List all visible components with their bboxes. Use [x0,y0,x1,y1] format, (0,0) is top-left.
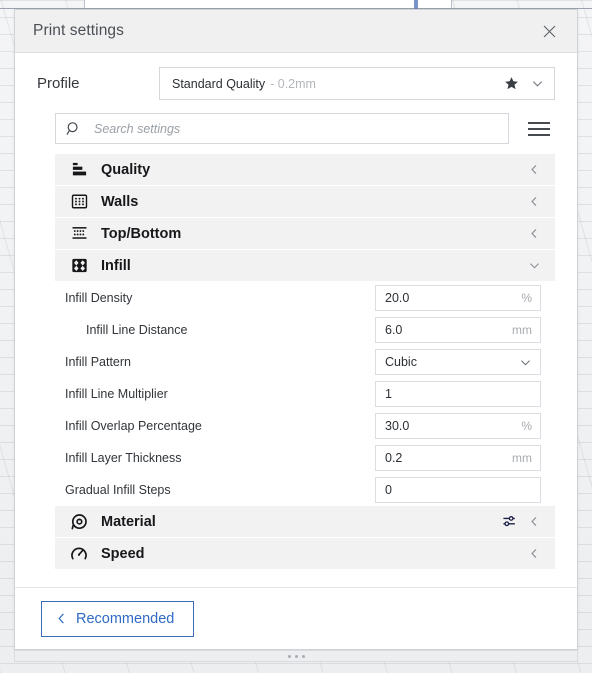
setting-label: Infill Pattern [65,355,132,369]
setting-row: Infill Density 20.0% [55,282,555,314]
walls-icon [65,193,93,210]
top-bottom-icon [65,225,93,242]
setting-unit: mm [512,451,532,465]
setting-value: 6.0 [385,323,403,337]
setting-value: 0.2 [385,451,403,465]
settings-category-top-bottom[interactable]: Top/Bottom [55,218,555,250]
settings-category-label: Material [101,513,156,530]
search-input[interactable] [92,120,498,137]
chevron-down-icon[interactable] [528,259,541,272]
search-icon [66,121,82,137]
profile-name: Standard Quality [172,76,266,91]
resize-grip[interactable] [14,650,578,662]
setting-field-number[interactable]: 0 [375,477,541,503]
dialog-body: Profile Standard Quality - 0.2mm Search … [15,53,577,649]
settings-category-label: Infill [101,257,131,274]
setting-row: Infill Pattern Cubic [55,346,555,378]
setting-unit: % [521,291,532,305]
settings-category-label: Walls [101,193,139,210]
setting-row: Gradual Infill Steps 0 [55,474,555,506]
setting-row: Infill Overlap Percentage 30.0% [55,410,555,442]
close-icon[interactable] [537,19,561,43]
settings-category-infill[interactable]: Infill [55,250,555,282]
settings-list: Quality Walls Top/Bottom Infill Infill Densi… [55,154,555,587]
setting-label: Infill Density [65,291,133,305]
dialog-titlebar: Print settings [15,10,577,53]
search-row [15,109,577,154]
speed-icon [65,545,93,563]
settings-scroll-area[interactable]: Quality Walls Top/Bottom Infill Infill Densi… [55,154,555,587]
settings-category-speed[interactable]: Speed [55,538,555,570]
chevron-left-icon[interactable] [528,227,541,240]
dialog-footer: Recommended [15,587,577,649]
setting-unit: % [521,419,532,433]
chevron-down-icon[interactable] [519,356,532,369]
background-tab[interactable] [84,0,452,8]
infill-icon [65,257,93,274]
settings-category-quality[interactable]: Quality [55,154,555,186]
chevron-left-icon [56,612,67,625]
grip-dot [301,654,305,658]
setting-label: Gradual Infill Steps [65,483,171,497]
setting-field-number[interactable]: 20.0% [375,285,541,311]
chevron-left-icon[interactable] [528,163,541,176]
setting-row: Infill Layer Thickness 0.2 mm [55,442,555,474]
hamburger-menu-icon[interactable] [523,113,555,144]
recommended-button-label: Recommended [76,610,175,627]
grip-dot [294,654,298,658]
setting-row: Infill Line Multiplier 1 [55,378,555,410]
setting-label: Infill Layer Thickness [65,451,182,465]
profile-label: Profile [37,75,80,92]
chevron-left-icon[interactable] [528,515,541,528]
setting-field-select[interactable]: Cubic [375,349,541,375]
setting-value: 30.0 [385,419,410,433]
setting-label: Infill Line Distance [86,323,188,337]
settings-category-walls[interactable]: Walls [55,186,555,218]
settings-category-label: Top/Bottom [101,225,182,242]
search-box[interactable] [55,113,509,144]
setting-field-number[interactable]: 6.0 mm [375,317,541,343]
recommended-button[interactable]: Recommended [41,600,195,637]
setting-field-number[interactable]: 1 [375,381,541,407]
settings-category-material[interactable]: Material [55,506,555,538]
setting-field-number[interactable]: 30.0% [375,413,541,439]
sliders-icon[interactable] [502,514,518,530]
setting-value: 1 [385,387,392,401]
dialog-title: Print settings [33,22,124,39]
setting-row: Infill Line Distance 6.0 mm [55,314,555,346]
settings-category-label: Quality [101,161,151,178]
material-icon [65,513,93,531]
profile-variant: - 0.2mm [270,76,316,91]
setting-label: Infill Overlap Percentage [65,419,202,433]
setting-value: 0 [385,483,392,497]
chevron-down-icon[interactable] [531,77,544,90]
profile-row: Profile Standard Quality - 0.2mm [15,53,577,109]
setting-value: 20.0 [385,291,410,305]
tab-accent-marker [414,0,418,9]
print-settings-dialog: Print settings Profile Standard Quality … [14,9,578,650]
chevron-left-icon[interactable] [528,195,541,208]
profile-dropdown[interactable]: Standard Quality - 0.2mm [159,67,555,100]
setting-field-number[interactable]: 0.2 mm [375,445,541,471]
chevron-left-icon[interactable] [528,547,541,560]
setting-label: Infill Line Multiplier [65,387,168,401]
quality-icon [65,161,93,178]
grip-dot [287,654,291,658]
star-icon[interactable] [504,76,519,91]
settings-category-label: Speed [101,545,145,562]
setting-unit: mm [512,323,532,337]
setting-value: Cubic [385,355,417,369]
